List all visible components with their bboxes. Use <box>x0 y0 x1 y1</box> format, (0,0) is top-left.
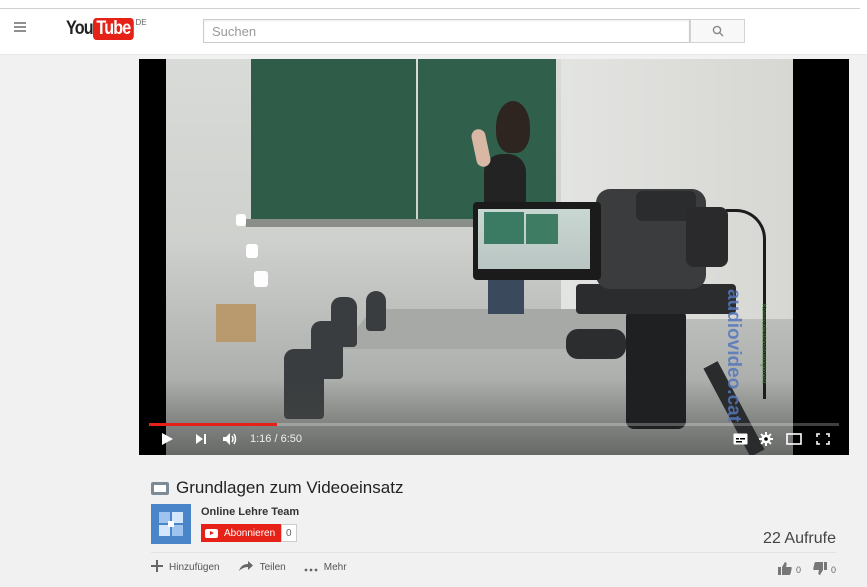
subtitles-icon <box>733 433 747 445</box>
fullscreen-button[interactable] <box>814 431 832 447</box>
search-button[interactable] <box>690 19 745 43</box>
add-label: Hinzufügen <box>169 562 220 573</box>
video-frame: audiovideo.cat Kommunikationsmanagement <box>166 59 793 455</box>
play-icon <box>162 433 173 445</box>
dislike-count: 0 <box>830 565 836 575</box>
thumbs-down-icon <box>813 562 827 575</box>
theater-mode-icon <box>786 433 802 445</box>
subscriber-count: 0 <box>281 524 297 542</box>
subscribe-button[interactable]: Abonnieren <box>201 524 282 542</box>
share-button[interactable]: Teilen <box>238 560 286 575</box>
top-bar: You Tube DE <box>0 0 867 55</box>
volume-icon <box>223 433 237 445</box>
video-player[interactable]: audiovideo.cat Kommunikationsmanagement … <box>139 59 849 455</box>
gear-icon <box>759 432 773 446</box>
logo-country-code: DE <box>135 18 147 27</box>
youtube-play-icon <box>205 528 218 538</box>
puzzle-logo-icon <box>159 512 183 536</box>
channel-name-link[interactable]: Online Lehre Team <box>201 506 299 518</box>
view-count: 22 Aufrufe <box>763 530 836 547</box>
rating-bar: 0 0 <box>777 562 836 578</box>
watermark-subtext: Kommunikationsmanagement <box>760 304 766 384</box>
skip-next-icon <box>196 434 206 444</box>
laptop-icon <box>151 481 169 495</box>
next-button[interactable] <box>193 431 209 447</box>
thumbs-up-icon <box>777 562 792 575</box>
play-button[interactable] <box>159 431 175 447</box>
video-title-row: Grundlagen zum Videoeinsatz <box>151 478 403 498</box>
watermark-text: audiovideo.cat <box>723 289 744 423</box>
add-to-button[interactable]: Hinzufügen <box>151 560 220 575</box>
dislike-button[interactable] <box>813 562 827 578</box>
channel-avatar[interactable] <box>151 504 191 544</box>
video-title: Grundlagen zum Videoeinsatz <box>176 478 404 497</box>
search-box <box>203 19 690 43</box>
logo-tube-text: Tube <box>93 18 135 40</box>
time-display: 1:16 / 6:50 <box>250 433 302 445</box>
search-input[interactable] <box>204 20 689 42</box>
like-count: 0 <box>795 565 801 575</box>
progress-bar-fill <box>149 423 277 426</box>
logo-you-text: You <box>66 18 94 39</box>
like-button[interactable] <box>777 562 792 578</box>
search-icon <box>712 25 723 37</box>
settings-button[interactable] <box>757 431 775 447</box>
share-arrow-icon <box>238 560 254 575</box>
action-bar: Hinzufügen Teilen Mehr <box>151 560 365 575</box>
youtube-logo[interactable]: You Tube DE <box>66 18 147 42</box>
more-button[interactable]: Mehr <box>304 560 347 575</box>
share-label: Teilen <box>259 562 286 573</box>
plus-icon <box>151 560 163 575</box>
subscribe-label: Abonnieren <box>224 527 276 539</box>
fullscreen-icon <box>816 433 830 445</box>
divider <box>151 552 836 553</box>
more-label: Mehr <box>323 562 347 573</box>
theater-mode-button[interactable] <box>784 431 804 447</box>
volume-button[interactable] <box>221 431 239 447</box>
progress-bar[interactable] <box>149 423 839 426</box>
subtitles-button[interactable] <box>731 431 749 447</box>
top-divider <box>0 8 860 9</box>
more-dots-icon <box>304 560 318 575</box>
hamburger-menu-icon[interactable] <box>14 22 26 32</box>
